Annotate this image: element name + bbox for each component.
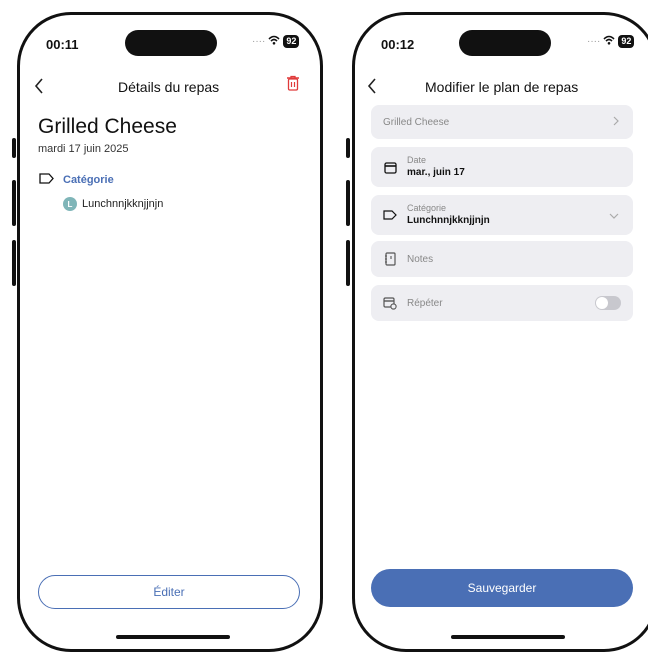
side-button [12,138,16,158]
signal-icon: ···· [252,36,266,47]
date-value: mar., juin 17 [407,167,465,178]
status-time: 00:12 [381,37,415,52]
status-icons: ···· 92 [587,35,635,48]
side-button [346,138,350,158]
edit-button[interactable]: Éditer [38,575,300,609]
battery-icon: 92 [618,35,635,48]
category-label: Catégorie [407,203,447,213]
date-label: Date [407,155,427,165]
back-button[interactable] [367,77,377,97]
category-row: Catégorie [39,171,114,189]
notes-field[interactable]: Notes [371,241,633,277]
repeat-toggle[interactable] [595,296,621,310]
save-button[interactable]: Sauvegarder [371,569,633,607]
side-button [346,180,350,226]
side-button [12,240,16,286]
back-button[interactable] [34,77,44,97]
tag-icon [39,171,54,189]
notebook-icon [383,252,397,266]
chevron-right-icon [613,115,619,129]
wifi-icon [268,35,280,48]
phone-edit-meal-plan: 00:12 ···· 92 Modifier le plan de repas … [352,12,648,652]
page-title: Détails du repas [118,79,220,95]
calendar-icon [383,160,397,174]
notes-placeholder: Notes [407,253,434,265]
meal-date: mardi 17 juin 2025 [38,143,129,155]
repeat-field: Répéter [371,285,633,321]
meal-title: Grilled Cheese [38,115,177,138]
category-label: Catégorie [63,174,114,186]
date-field[interactable]: Date mar., juin 17 [371,147,633,187]
home-indicator [116,635,230,639]
page-title: Modifier le plan de repas [425,79,579,95]
dynamic-island [125,30,217,56]
status-time: 00:11 [46,37,79,52]
phone-meal-details: 00:11 ···· 92 Détails du repas Grilled C… [17,12,323,652]
battery-icon: 92 [283,35,300,48]
recipe-value: Grilled Cheese [383,116,450,128]
category-value: Lunchnnjkknjjnjn [407,215,490,226]
category-value: Lunchnnjkknjjnjn [82,198,164,210]
category-field[interactable]: Catégorie Lunchnnjkknjjnjn [371,195,633,235]
calendar-repeat-icon [383,296,397,310]
category-chip: L Lunchnnjkknjjnjn [63,197,163,211]
home-indicator [451,635,565,639]
status-icons: ···· 92 [252,35,300,48]
repeat-label: Répéter [407,297,443,309]
wifi-icon [603,35,615,48]
side-button [346,240,350,286]
recipe-field[interactable]: Grilled Cheese [371,105,633,139]
chevron-down-icon [609,208,619,222]
dynamic-island [459,30,551,56]
side-button [12,180,16,226]
category-badge: L [63,197,77,211]
delete-icon[interactable] [286,75,300,96]
signal-icon: ···· [587,36,601,47]
tag-icon [383,208,397,222]
